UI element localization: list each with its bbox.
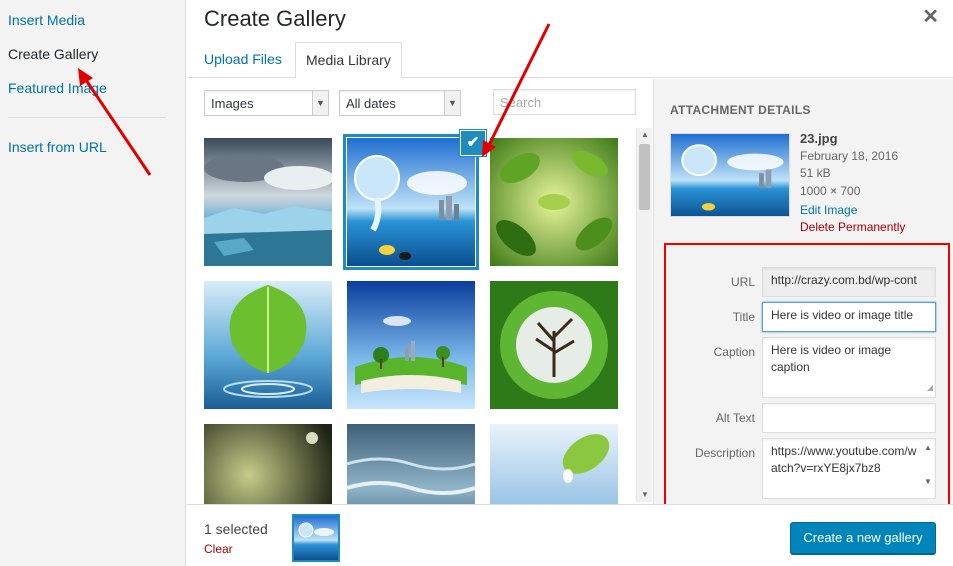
edit-image-link[interactable]: Edit Image	[800, 203, 857, 217]
book-landscape-photo-image	[347, 281, 475, 409]
attachment-thumb-dark-landscape-photo[interactable]	[204, 424, 332, 504]
media-type-filter[interactable]: Images ▼	[204, 90, 329, 116]
glacier-photo-image	[204, 138, 332, 266]
description-text: https://www.youtube.com/watch?v=rxYE8jx7…	[771, 444, 917, 475]
attachment-date: February 18, 2016	[800, 149, 899, 163]
attachment-thumb-tree-sphere-photo[interactable]	[490, 281, 618, 409]
attachment-thumb-water-pitcher-photo[interactable]	[343, 134, 479, 270]
attachment-thumb-book-landscape-photo[interactable]	[347, 281, 475, 409]
selection-thumbnail[interactable]	[292, 514, 340, 562]
selected-check-icon[interactable]: ✔	[461, 131, 485, 155]
menu-item-featured-image[interactable]: Featured Image	[8, 80, 107, 96]
alt-text-field[interactable]	[762, 403, 936, 433]
leaf-drop-photo-image	[490, 424, 618, 504]
media-router: Upload Files Media Library	[187, 42, 953, 79]
date-filter[interactable]: All dates ▼	[339, 90, 461, 116]
attachment-thumb-green-leaves-photo[interactable]	[490, 138, 618, 266]
media-menu: Insert Media Create Gallery Featured Ima…	[0, 0, 186, 566]
media-toolbar: 1 selected Clear Create a new gallery	[187, 504, 953, 566]
attachment-preview	[670, 133, 790, 217]
media-frame: Create Gallery ✕ Upload Files Media Libr…	[187, 0, 953, 566]
attachment-details-heading: Attachment Details	[670, 103, 811, 117]
create-gallery-button[interactable]: Create a new gallery	[790, 522, 936, 554]
caption-field[interactable]: Here is video or image caption ◢	[762, 337, 936, 398]
attachment-details-sidebar: Attachment Details 23.jpg February 18, 2…	[653, 79, 953, 508]
media-type-filter-value: Images	[211, 96, 254, 111]
close-icon[interactable]: ✕	[922, 4, 939, 29]
water-pitcher-photo-image	[347, 138, 475, 266]
scroll-up-arrow-icon[interactable]: ▲	[637, 128, 653, 142]
attachment-thumb-ocean-waves-photo[interactable]	[347, 424, 475, 504]
description-field[interactable]: https://www.youtube.com/watch?v=rxYE8jx7…	[762, 438, 936, 499]
attachment-size: 51 kB	[800, 166, 831, 180]
title-field[interactable]: Here is video or image title	[762, 302, 936, 332]
title-label: Title	[732, 310, 755, 324]
attachment-filename: 23.jpg	[800, 131, 838, 146]
grid-scrollbar[interactable]: ▲ ▼	[636, 128, 652, 502]
ocean-waves-photo-image	[347, 424, 475, 504]
scroll-down-arrow-icon[interactable]: ▼	[637, 488, 653, 502]
attachment-thumb-glacier-photo[interactable]	[204, 138, 332, 266]
caption-text: Here is video or image caption	[771, 343, 892, 374]
delete-permanently-link[interactable]: Delete Permanently	[800, 220, 905, 234]
date-filter-value: All dates	[346, 96, 396, 111]
attachment-thumb-leaf-water-drop-photo[interactable]	[204, 281, 332, 409]
attachments-grid: ✔	[187, 126, 652, 504]
tab-media-library[interactable]: Media Library	[295, 42, 402, 79]
menu-item-insert-media[interactable]: Insert Media	[8, 12, 85, 28]
green-leaves-photo-image	[490, 138, 618, 266]
url-label: URL	[730, 275, 755, 289]
alt-text-label: Alt Text	[715, 411, 755, 425]
clear-selection-link[interactable]: Clear	[204, 542, 233, 556]
attachment-thumb-leaf-drop-photo[interactable]	[490, 424, 618, 504]
chevron-down-icon: ▼	[312, 91, 328, 115]
menu-item-create-gallery[interactable]: Create Gallery	[8, 46, 98, 62]
tree-sphere-photo-image	[490, 281, 618, 409]
description-scrollbar[interactable]: ▲ ▼	[921, 439, 935, 498]
search-input[interactable]: Search	[493, 89, 636, 115]
leaf-water-drop-photo-image	[204, 281, 332, 409]
attachment-dimensions: 1000 × 700	[800, 184, 861, 198]
description-label: Description	[694, 446, 755, 460]
selection-count: 1 selected	[204, 521, 268, 537]
resize-handle-icon[interactable]: ◢	[927, 379, 933, 396]
attachments-toolbar: Images ▼ All dates ▼ Search	[187, 79, 652, 125]
menu-item-insert-from-url[interactable]: Insert from URL	[8, 139, 107, 155]
tab-upload-files[interactable]: Upload Files	[194, 42, 292, 78]
dark-landscape-photo-image	[204, 424, 332, 504]
caption-label: Caption	[713, 345, 755, 359]
water-pitcher-preview-image	[671, 134, 789, 216]
page-title: Create Gallery	[204, 6, 346, 31]
url-field[interactable]: http://crazy.com.bd/wp-cont	[762, 267, 936, 297]
attachment-settings: URL http://crazy.com.bd/wp-cont Title He…	[664, 243, 950, 508]
water-pitcher-mini-image	[294, 516, 338, 560]
scroll-thumb[interactable]	[639, 144, 650, 210]
chevron-down-icon: ▼	[444, 91, 460, 115]
menu-separator	[8, 117, 166, 118]
